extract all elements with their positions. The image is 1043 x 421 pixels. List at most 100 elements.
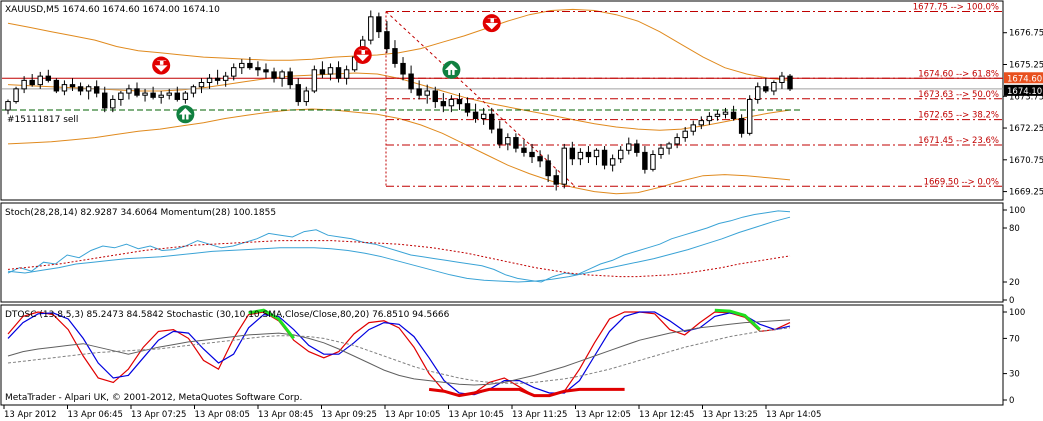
time-tick-label: 13 Apr 10:05 [385,410,440,420]
candle-body [480,113,487,120]
candle-body [239,62,245,69]
candle-body [37,75,43,86]
candle-body [85,86,92,92]
order-label: #15111817 sell [7,115,78,125]
stoch-momentum-lines: 100 80 20 0 [7,206,1025,306]
candle-body [771,81,777,92]
candle-body [626,143,632,151]
candle-body [553,175,559,185]
stoch-panel-title: Stoch(28,28,14) 82.9287 34.6064 Momentum… [5,208,276,218]
dtosc-tick-label: 0 [1009,396,1014,406]
candle-body [77,86,84,92]
candle-body [174,92,181,100]
candle-body [53,79,60,92]
candle-body [118,92,124,100]
price-panel-frame [0,0,1004,201]
candle-body [198,81,205,88]
bollinger-bands [2,8,1003,195]
candle-body [714,113,721,117]
candle-body [255,67,261,71]
candle-body [93,86,100,94]
candle-body [247,62,253,69]
candle-body [400,62,406,75]
candle-body [303,90,310,103]
candle-body [13,88,19,103]
candle-body [126,88,132,94]
candle-body [319,69,326,75]
time-tick-label: 13 Apr 12:05 [576,410,631,420]
candle-body [222,75,229,81]
time-tick-label: 13 Apr 09:25 [322,410,377,420]
candle-body [577,151,584,160]
candle-body [408,73,414,90]
candle-body [263,69,269,73]
fibo-level-label: 1674.60 --> 61.8% [918,69,999,79]
watermark: MetaTrader - Alpari UK, © 2001-2012, Met… [5,393,302,403]
candle-body [158,94,164,98]
candle-body [682,130,688,139]
candle-body [763,86,769,92]
candle-body [609,158,616,166]
bid-price-tag-label: 1674.10 [1007,87,1042,97]
candle-body [601,149,608,166]
time-tick-label: 13 Apr 12:45 [639,410,694,420]
time-tick-label: 13 Apr 2012 [4,410,57,420]
time-tick-label: 13 Apr 08:45 [258,410,313,420]
candle-body [5,101,11,111]
candle-body [424,90,430,96]
candle-body [779,75,785,83]
trading-chart[interactable]: 1677.75 --> 100.0% 1674.60 --> 61.8% 1673.… [0,0,1043,421]
time-tick-label: 13 Apr 07:25 [131,410,186,420]
candle-body [593,149,600,158]
dtosc-tick-label: 30 [1009,370,1020,380]
candle-body [521,147,527,153]
price-y-axis: 1676.751675.251673.751672.251670.751669.… [1003,29,1043,198]
candle-body [513,137,519,149]
candle-body [585,151,592,158]
candle-body [642,151,648,170]
candle-body [674,137,680,145]
dtosc-lines: 100 70 30 0 [7,308,1025,406]
candle-body [110,98,116,109]
bollinger-lower-line [7,108,791,195]
signal-arrows [152,14,501,124]
candle-body [416,88,422,96]
candle-body [617,149,624,160]
candle-body [440,101,447,107]
candle-body [182,92,189,100]
candle-body [206,77,213,83]
symbol-header: XAUUSD,M5 1674.60 1674.60 1674.00 1674.1… [5,5,220,15]
candle-body [755,86,761,100]
candle-body [698,120,705,126]
stoch-main-line [7,210,791,283]
candle-body [102,92,108,109]
candle-body [722,111,729,115]
candle-body [537,156,543,162]
candle-body [650,154,656,170]
candle-body [706,115,713,122]
candle-body [311,69,318,92]
candle-body [368,16,374,41]
candle-body [658,147,664,156]
candle-body [690,124,696,132]
candle-body [61,84,68,92]
momentum-line [7,216,791,283]
time-tick-label: 13 Apr 13:25 [703,410,758,420]
price-tick-label: 1676.75 [1009,29,1043,39]
candle-body [392,48,398,64]
price-tick-label: 1670.75 [1009,156,1043,166]
candle-body [634,143,640,153]
candle-body [214,77,221,81]
candle-body [376,16,382,33]
bollinger-middle-line [7,72,791,131]
candle-body [432,90,438,103]
dtosc-tick-label: 70 [1009,334,1020,344]
bollinger-upper-line [7,8,791,81]
candle-body [448,98,455,107]
candle-body [545,160,551,177]
candle-body [231,67,237,77]
candle-body [190,86,197,94]
candle-body [29,79,35,86]
candle-body [497,128,503,145]
dtosc-panel-title: DTOSC (13,8,5,3) 85.2473 84.5842 Stochas… [5,310,450,320]
